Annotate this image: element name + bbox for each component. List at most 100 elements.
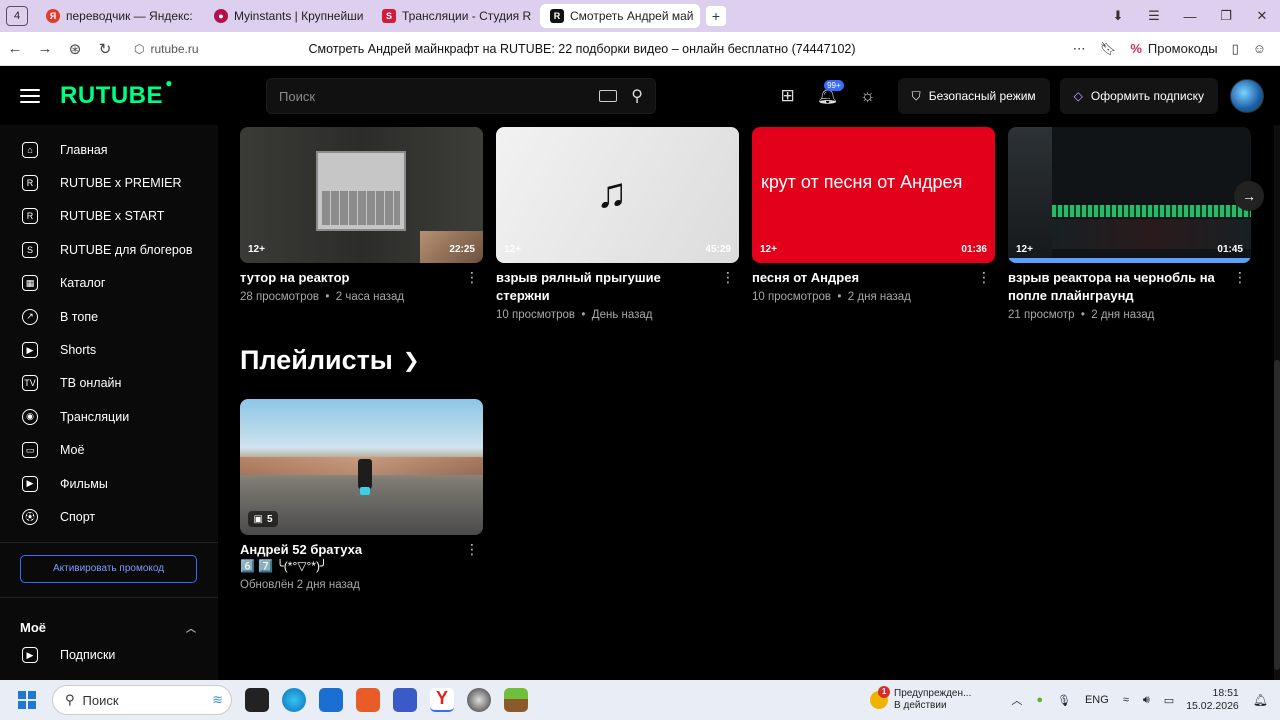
video-card[interactable]: ♫ 12+ 45:29 взрыв рялный прыгушие стержн… bbox=[496, 127, 739, 321]
rutube-logo[interactable]: RUTUBE ● bbox=[60, 76, 173, 110]
video-title[interactable]: тутор на реактор bbox=[240, 269, 455, 287]
playlist-card[interactable]: ▣ 5 Андрей 52 братуха ⋮ 6️⃣ 7️⃣ ╰(*°▽°*)… bbox=[240, 399, 483, 591]
video-meta: 10 просмотров • День назад bbox=[496, 309, 653, 321]
clock-date: 15.02.2026 bbox=[1186, 700, 1239, 712]
edge-icon[interactable] bbox=[282, 688, 306, 712]
video-thumbnail[interactable]: 12+ 01:45 bbox=[1008, 127, 1251, 263]
catalog-icon: ▦ bbox=[22, 275, 38, 292]
clock[interactable]: 18:51 15.02.2026 bbox=[1186, 687, 1239, 713]
extensions-icon[interactable]: ▯ bbox=[1232, 41, 1239, 57]
minimize-icon[interactable]: — bbox=[1172, 9, 1208, 24]
downloads-icon[interactable]: ⬇ bbox=[1100, 8, 1136, 24]
duration-badge: 01:36 bbox=[961, 244, 987, 255]
forward-arrow-icon[interactable]: → bbox=[30, 40, 60, 57]
tray-app-icon[interactable]: ● bbox=[1036, 694, 1043, 706]
back-arrow-icon[interactable]: ← bbox=[0, 40, 30, 57]
video-title[interactable]: взрыв реактора на чернобль на попле плай… bbox=[1008, 269, 1223, 305]
more-options-icon[interactable]: ⋮ bbox=[465, 270, 479, 284]
store-icon[interactable] bbox=[319, 688, 343, 712]
browser-tab-yandex[interactable]: Я переводчик — Яндекс: на bbox=[36, 4, 196, 28]
sidebar-item-sport[interactable]: ⚽︎ Спорт bbox=[0, 500, 218, 533]
diamond-icon: ◇ bbox=[1073, 89, 1083, 103]
sidebar-item-bloggers[interactable]: S RUTUBE для блогеров bbox=[0, 233, 218, 266]
sidebar-item-label: Главная bbox=[60, 142, 108, 157]
sidebar-item-top[interactable]: ↗ В топе bbox=[0, 300, 218, 333]
sidebar-item-my[interactable]: ▭ Моё bbox=[0, 434, 218, 467]
more-options-icon[interactable]: ⋮ bbox=[465, 542, 479, 556]
yandex-icon[interactable]: ⊛ bbox=[60, 40, 90, 58]
video-title[interactable]: взрыв рялный прыгушие стержни bbox=[496, 269, 711, 305]
wifi-icon[interactable]: ≈ bbox=[1123, 694, 1129, 706]
windows-start-icon[interactable] bbox=[18, 691, 36, 709]
notification-widget[interactable]: 1 Предупрежден... В действии bbox=[870, 686, 971, 712]
video-thumbnail[interactable]: крут от песня от Андрея 12+ 01:36 bbox=[752, 127, 995, 263]
sidebar-item-shorts[interactable]: ▶ Shorts bbox=[0, 333, 218, 366]
video-card[interactable]: 12+ 01:45 взрыв реактора на чернобль на … bbox=[1008, 127, 1251, 321]
page-title[interactable]: Смотреть Андрей майнкрафт на RUTUBE: 22 … bbox=[309, 42, 856, 56]
sidebar-item-home[interactable]: ⌂ Главная bbox=[0, 133, 218, 166]
more-options-icon[interactable]: ⋮ bbox=[721, 270, 735, 284]
search-icon[interactable]: ⚲ bbox=[631, 86, 643, 106]
hamburger-menu-icon[interactable] bbox=[20, 89, 40, 103]
safe-mode-button[interactable]: ⛉ Безопасный режим bbox=[897, 78, 1050, 114]
avatar[interactable] bbox=[1230, 79, 1264, 113]
tab-counter[interactable]: 4 bbox=[6, 6, 28, 26]
app-icon[interactable] bbox=[356, 688, 380, 712]
minecraft-icon[interactable] bbox=[504, 688, 528, 712]
video-title[interactable]: песня от Андрея bbox=[752, 269, 967, 287]
theme-toggle-icon[interactable]: ☼ bbox=[848, 86, 888, 106]
browser-tab-studio[interactable]: S Трансляции - Студия RU bbox=[372, 4, 532, 28]
close-tab-icon[interactable]: ✕ bbox=[700, 8, 701, 24]
playlist-title[interactable]: Андрей 52 братуха bbox=[240, 541, 455, 559]
sidebar-item-start[interactable]: R RUTUBE x START bbox=[0, 200, 218, 233]
playlist-thumbnail[interactable]: ▣ 5 bbox=[240, 399, 483, 535]
chevron-up-icon[interactable]: ︿ bbox=[186, 620, 196, 635]
sidebar-item-premier[interactable]: R RUTUBE x PREMIER bbox=[0, 166, 218, 199]
more-icon[interactable]: ⋯ bbox=[1073, 41, 1086, 57]
video-card[interactable]: крут от песня от Андрея 12+ 01:36 песня … bbox=[752, 127, 995, 303]
notifications-icon[interactable]: 🔔︎ 99+ bbox=[808, 80, 848, 106]
battery-icon[interactable]: ▭ bbox=[1164, 694, 1174, 707]
more-options-icon[interactable]: ⋮ bbox=[1233, 270, 1247, 284]
restore-icon[interactable]: ❐ bbox=[1208, 8, 1244, 24]
carousel-next-button[interactable]: → bbox=[1234, 181, 1264, 211]
video-thumbnail[interactable]: ♫ 12+ 45:29 bbox=[496, 127, 739, 263]
bell-icon[interactable]: 🔔︎ bbox=[1253, 693, 1268, 707]
profile-icon[interactable]: ☺ bbox=[1253, 41, 1266, 56]
promo-codes-button[interactable]: % Промокоды bbox=[1130, 41, 1217, 56]
playlists-heading[interactable]: Плейлисты ❯ bbox=[240, 345, 420, 376]
video-thumbnail[interactable]: 12+ 22:25 bbox=[240, 127, 483, 263]
obs-icon[interactable] bbox=[467, 688, 491, 712]
scrollbar-thumb[interactable] bbox=[1274, 360, 1280, 670]
browser-tab-myinstants[interactable]: ● Myinstants | Крупнейший bbox=[204, 4, 364, 28]
menu-icon[interactable]: ☰ bbox=[1136, 8, 1172, 24]
sidebar-item-tv[interactable]: TV ТВ онлайн bbox=[0, 367, 218, 400]
volume-icon[interactable]: 🔊︎ bbox=[1143, 694, 1150, 707]
language-indicator[interactable]: ENG bbox=[1085, 694, 1109, 706]
file-explorer-icon[interactable] bbox=[245, 688, 269, 712]
defender-icon[interactable] bbox=[393, 688, 417, 712]
subscribe-button[interactable]: ◇ Оформить подписку bbox=[1059, 78, 1218, 114]
my-section-header[interactable]: Моё ︿ bbox=[0, 620, 218, 635]
sidebar-item-films[interactable]: ▶ Фильмы bbox=[0, 467, 218, 500]
new-tab-button[interactable]: + bbox=[706, 6, 726, 26]
url-chip[interactable]: ⬡ rutube.ru bbox=[134, 42, 199, 56]
sidebar-item-label: ТВ онлайн bbox=[60, 376, 122, 391]
bookmark-icon[interactable]: 🔖︎ bbox=[1100, 41, 1117, 57]
yandex-browser-icon[interactable]: Y bbox=[430, 688, 454, 712]
upload-icon[interactable]: ⊞ bbox=[768, 86, 808, 106]
search-input[interactable] bbox=[279, 88, 600, 104]
taskbar-search[interactable]: ⚲ Поиск ≋ bbox=[52, 685, 232, 715]
keyboard-icon[interactable] bbox=[599, 90, 618, 102]
close-window-icon[interactable]: ✕ bbox=[1244, 8, 1280, 24]
browser-tab-rutube[interactable]: R Смотреть Андрей май ✕ bbox=[540, 4, 700, 28]
sidebar-item-broadcasts[interactable]: ◉ Трансляции bbox=[0, 400, 218, 433]
video-card[interactable]: 12+ 22:25 тутор на реактор ⋮ 28 просмотр… bbox=[240, 127, 483, 303]
activate-promo-button[interactable]: Активировать промокод bbox=[20, 554, 197, 583]
microphone-icon[interactable]: 🎙︎ bbox=[1057, 694, 1071, 707]
sidebar-item-catalog[interactable]: ▦ Каталог bbox=[0, 267, 218, 300]
reload-icon[interactable]: ↻ bbox=[90, 40, 120, 58]
sidebar-item-subscriptions[interactable]: ▶ Подписки bbox=[0, 639, 218, 672]
more-options-icon[interactable]: ⋮ bbox=[977, 270, 991, 284]
chevron-up-icon[interactable]: ︿ bbox=[1011, 692, 1022, 708]
